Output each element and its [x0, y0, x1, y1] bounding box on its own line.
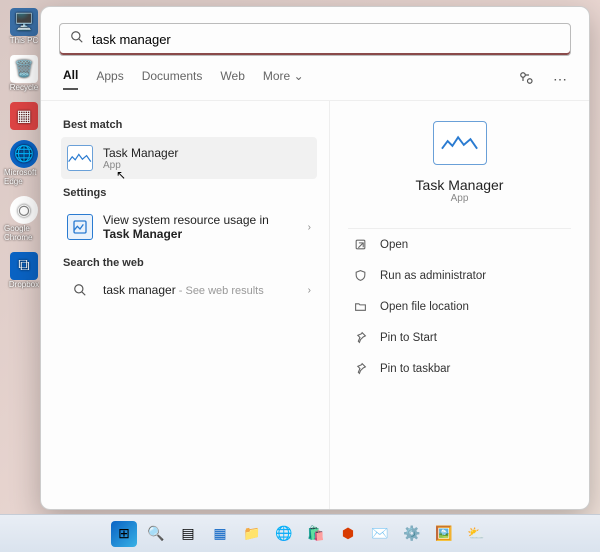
search-input[interactable] — [92, 32, 560, 47]
search-icon — [70, 30, 84, 49]
account-icon[interactable] — [517, 69, 535, 90]
section-web: Search the web — [63, 257, 317, 269]
search-icon — [67, 283, 93, 297]
shield-icon — [352, 269, 368, 282]
action-pin-taskbar[interactable]: Pin to taskbar — [348, 353, 571, 384]
taskbar-store[interactable]: 🛍️ — [303, 521, 329, 547]
settings-line2: Task Manager — [103, 227, 269, 241]
taskbar-office[interactable]: ⬢ — [335, 521, 361, 547]
taskbar-start[interactable]: ⊞ — [111, 521, 137, 547]
action-label: Run as administrator — [380, 270, 486, 282]
tab-apps[interactable]: Apps — [96, 69, 123, 89]
web-title: task manager — [103, 283, 176, 297]
task-manager-icon — [433, 121, 487, 165]
pin-icon — [352, 331, 368, 344]
preview-subtitle: App — [451, 193, 469, 204]
chevron-right-icon: › — [308, 285, 311, 296]
taskbar-settings[interactable]: ⚙️ — [399, 521, 425, 547]
tab-documents[interactable]: Documents — [142, 69, 203, 89]
tab-all[interactable]: All — [63, 68, 78, 90]
preview-pane: Task Manager App Open Run as administrat… — [329, 101, 589, 509]
section-settings: Settings — [63, 187, 317, 199]
more-icon[interactable]: ⋯ — [553, 71, 567, 88]
preview-hero: Task Manager App — [348, 121, 571, 204]
taskbar-photos[interactable]: 🖼️ — [431, 521, 457, 547]
tab-more[interactable]: More ⌄ — [263, 69, 304, 89]
action-label: Pin to taskbar — [380, 363, 450, 375]
taskbar: ⊞ 🔍 ▤ ▦ 📁 🌐 🛍️ ⬢ ✉️ ⚙️ 🖼️ ⛅ — [0, 514, 600, 552]
chevron-right-icon: › — [308, 222, 311, 233]
action-label: Pin to Start — [380, 332, 437, 344]
result-task-manager[interactable]: Task Manager App — [61, 137, 317, 179]
web-aside: - See web results — [176, 285, 264, 297]
action-pin-start[interactable]: Pin to Start — [348, 322, 571, 353]
taskbar-explorer[interactable]: 📁 — [239, 521, 265, 547]
action-open[interactable]: Open — [348, 229, 571, 260]
search-row — [41, 7, 589, 60]
task-manager-icon — [67, 145, 93, 171]
desktop-icon-blank[interactable]: ▦ — [4, 102, 44, 130]
taskbar-edge[interactable]: 🌐 — [271, 521, 297, 547]
open-icon — [352, 238, 368, 251]
desktop-icon-dropbox[interactable]: ⧉Dropbox — [4, 252, 44, 289]
result-subtitle: App — [103, 160, 178, 171]
taskbar-mail[interactable]: ✉️ — [367, 521, 393, 547]
results-left: Best match Task Manager App Settings Vie… — [41, 101, 329, 509]
result-title: Task Manager — [103, 146, 178, 160]
result-settings-resource[interactable]: View system resource usage in Task Manag… — [61, 205, 317, 249]
taskbar-search[interactable]: 🔍 — [143, 521, 169, 547]
preview-title: Task Manager — [416, 177, 504, 193]
settings-result-icon — [67, 214, 93, 240]
desktop-icon-thispc[interactable]: 🖥️This PC — [4, 8, 44, 45]
taskbar-taskview[interactable]: ▤ — [175, 521, 201, 547]
taskbar-weather[interactable]: ⛅ — [463, 521, 489, 547]
chevron-down-icon: ⌄ — [294, 69, 304, 83]
search-box[interactable] — [59, 23, 571, 56]
action-label: Open — [380, 239, 408, 251]
result-web-search[interactable]: task manager - See web results › — [61, 275, 317, 305]
action-label: Open file location — [380, 301, 469, 313]
pin-icon — [352, 362, 368, 375]
taskbar-widgets[interactable]: ▦ — [207, 521, 233, 547]
tabs-row: All Apps Documents Web More ⌄ ⋯ — [41, 60, 589, 101]
action-open-location[interactable]: Open file location — [348, 291, 571, 322]
desktop-icon-edge[interactable]: 🌐Microsoft Edge — [4, 140, 44, 186]
search-panel: All Apps Documents Web More ⌄ ⋯ Best mat… — [40, 6, 590, 510]
section-best-match: Best match — [63, 119, 317, 131]
settings-line1: View system resource usage in — [103, 213, 269, 227]
folder-icon — [352, 300, 368, 313]
preview-actions: Open Run as administrator Open file loca… — [348, 228, 571, 384]
desktop-icon-chrome[interactable]: ◉Google Chrome — [4, 196, 44, 242]
action-run-admin[interactable]: Run as administrator — [348, 260, 571, 291]
desktop-icon-recycle[interactable]: 🗑️Recycle — [4, 55, 44, 92]
tab-web[interactable]: Web — [220, 69, 244, 89]
